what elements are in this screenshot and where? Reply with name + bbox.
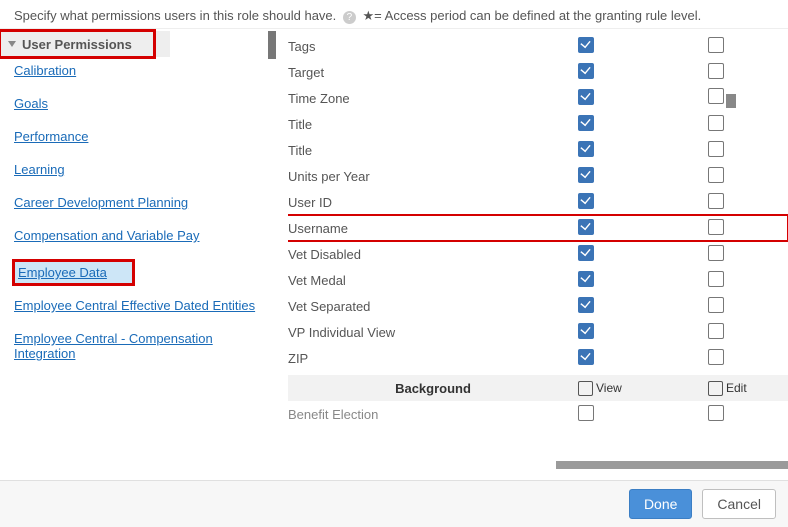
sidebar-item-link[interactable]: Performance: [14, 129, 88, 144]
view-checkbox[interactable]: [578, 89, 594, 105]
permission-label: Vet Medal: [288, 273, 578, 288]
edit-checkbox[interactable]: [708, 167, 724, 183]
sidebar-item-learning[interactable]: Learning: [14, 162, 270, 177]
sidebar-item-calibration[interactable]: Calibration: [14, 63, 270, 78]
permission-label: Vet Separated: [288, 299, 578, 314]
view-checkbox[interactable]: [578, 271, 594, 287]
view-checkbox[interactable]: [578, 115, 594, 131]
cancel-button[interactable]: Cancel: [702, 489, 776, 519]
permission-label: Username: [288, 221, 578, 236]
permission-row: Vet Medal: [288, 267, 788, 293]
edit-checkbox[interactable]: [708, 193, 724, 209]
edit-checkbox[interactable]: [708, 297, 724, 313]
permission-label: User ID: [288, 195, 578, 210]
sidebar-item-career-development-planning[interactable]: Career Development Planning: [14, 195, 270, 210]
permission-row: Units per Year: [288, 163, 788, 189]
edit-checkbox[interactable]: [708, 63, 724, 79]
permission-label: Time Zone: [288, 91, 578, 106]
permission-row: Benefit Election: [288, 401, 788, 427]
sidebar-item-employee-data[interactable]: Employee Data: [14, 261, 133, 284]
view-checkbox[interactable]: [578, 297, 594, 313]
sidebar-item-compensation-and-variable-pay[interactable]: Compensation and Variable Pay: [14, 228, 270, 243]
edit-checkbox[interactable]: [708, 245, 724, 261]
permission-row: VP Individual View: [288, 319, 788, 345]
view-checkbox[interactable]: [578, 141, 594, 157]
view-checkbox[interactable]: [578, 63, 594, 79]
edit-checkbox[interactable]: [708, 349, 724, 365]
sidebar-header-highlight: User Permissions: [0, 31, 154, 57]
view-checkbox[interactable]: [578, 349, 594, 365]
permission-label: Vet Disabled: [288, 247, 578, 262]
extra-indicator: [726, 94, 736, 108]
help-icon[interactable]: ?: [343, 11, 356, 24]
view-checkbox[interactable]: [578, 245, 594, 261]
section-edit-label: Edit: [726, 381, 747, 395]
permission-label: Benefit Election: [288, 407, 578, 422]
edit-checkbox[interactable]: [708, 219, 724, 235]
view-checkbox[interactable]: [578, 405, 594, 421]
instruction-bar: Specify what permissions users in this r…: [0, 0, 788, 28]
section-label: Background: [288, 381, 578, 396]
sidebar-item-performance[interactable]: Performance: [14, 129, 270, 144]
edit-checkbox[interactable]: [708, 88, 724, 104]
sidebar-header-label: User Permissions: [22, 37, 132, 52]
permission-label: Tags: [288, 39, 578, 54]
view-checkbox[interactable]: [578, 219, 594, 235]
done-button[interactable]: Done: [629, 489, 692, 519]
view-checkbox[interactable]: [578, 167, 594, 183]
sidebar: User Permissions Calibration Goals Perform…: [0, 29, 270, 469]
permission-label: VP Individual View: [288, 325, 578, 340]
permission-row: Time Zone: [288, 85, 788, 111]
sidebar-item-employee-central-compensation-integration[interactable]: Employee Central - Compensation Integrat…: [14, 331, 270, 361]
permission-row: ZIP: [288, 345, 788, 371]
permission-row: Username: [288, 215, 788, 241]
edit-checkbox[interactable]: [708, 271, 724, 287]
permission-row: Tags: [288, 33, 788, 59]
horizontal-scrollbar[interactable]: [556, 461, 748, 469]
permission-label: ZIP: [288, 351, 578, 366]
section-edit-checkbox[interactable]: [708, 381, 723, 396]
permission-label: Title: [288, 117, 578, 132]
sidebar-item-link[interactable]: Employee Central - Compensation Integrat…: [14, 331, 213, 361]
sidebar-item-employee-central-effective-dated-entities[interactable]: Employee Central Effective Dated Entitie…: [14, 298, 270, 313]
sidebar-item-link[interactable]: Career Development Planning: [14, 195, 188, 210]
permissions-panel: Tags Target Time Zone Title Title Units per Y…: [270, 29, 788, 469]
permission-row: Vet Separated: [288, 293, 788, 319]
permission-row: Title: [288, 111, 788, 137]
view-checkbox[interactable]: [578, 323, 594, 339]
sidebar-item-link[interactable]: Employee Central Effective Dated Entitie…: [14, 298, 255, 313]
section-view-checkbox[interactable]: [578, 381, 593, 396]
star-note: ★= Access period can be defined at the g…: [363, 8, 702, 23]
sidebar-item-link[interactable]: Learning: [14, 162, 65, 177]
view-checkbox[interactable]: [578, 193, 594, 209]
dialog-footer: Done Cancel: [0, 480, 788, 527]
edit-checkbox[interactable]: [708, 323, 724, 339]
sidebar-header[interactable]: User Permissions: [0, 31, 170, 57]
section-header-row: Background View Edit: [288, 375, 788, 401]
sidebar-item-link[interactable]: Goals: [14, 96, 48, 111]
view-checkbox[interactable]: [578, 37, 594, 53]
permission-row: Target: [288, 59, 788, 85]
permission-row: Title: [288, 137, 788, 163]
section-view-label: View: [596, 381, 622, 395]
permission-row: Vet Disabled: [288, 241, 788, 267]
sidebar-item-goals[interactable]: Goals: [14, 96, 270, 111]
edit-checkbox[interactable]: [708, 37, 724, 53]
permission-label: Units per Year: [288, 169, 578, 184]
collapse-icon: [8, 41, 16, 47]
permission-label: Target: [288, 65, 578, 80]
permission-label: Title: [288, 143, 578, 158]
sidebar-item-link[interactable]: Employee Data: [18, 265, 107, 280]
scrollbar-thumb[interactable]: [556, 461, 788, 469]
sidebar-item-link[interactable]: Compensation and Variable Pay: [14, 228, 200, 243]
edit-checkbox[interactable]: [708, 141, 724, 157]
permission-row: User ID: [288, 189, 788, 215]
edit-checkbox[interactable]: [708, 405, 724, 421]
edit-checkbox[interactable]: [708, 115, 724, 131]
instruction-text: Specify what permissions users in this r…: [14, 8, 336, 23]
sidebar-item-link[interactable]: Calibration: [14, 63, 76, 78]
